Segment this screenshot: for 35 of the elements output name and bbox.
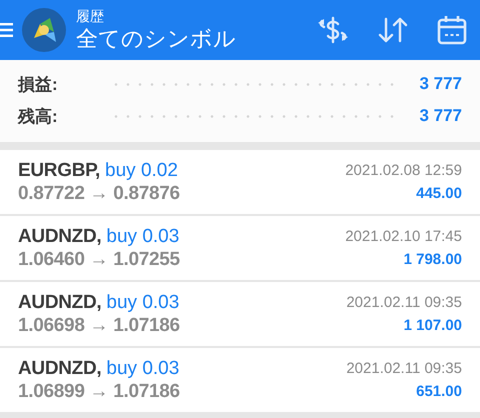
deal-action: buy 0.02: [105, 160, 178, 182]
calendar-icon[interactable]: [436, 14, 468, 46]
deal-symbol: AUDNZD,: [18, 358, 102, 380]
menu-icon[interactable]: [0, 22, 14, 38]
deal-time: 2021.02.11 09:35: [346, 358, 462, 378]
deal-row[interactable]: AUDNZD, buy 0.03 1.06698 → 1.07186 2021.02.11 09:35 1 107.00: [0, 282, 480, 346]
deal-prices: 1.06698 → 1.07186: [18, 314, 180, 336]
deal-profit: 651.00: [416, 382, 462, 402]
deal-row[interactable]: EURGBP, buy 0.02 0.87722 → 0.87876 2021.02.08 12:59 445.00: [0, 150, 480, 214]
summary-value: 3 777: [419, 74, 462, 94]
deal-time: 2021.02.08 12:59: [345, 160, 462, 180]
deal-profit: 1 798.00: [404, 250, 462, 270]
deal-row[interactable]: AUDNZD, buy 0.03 1.06899 → 1.07186 2021.02.11 09:35 651.00: [0, 348, 480, 412]
deal-time: 2021.02.10 17:45: [345, 226, 462, 246]
deal-action: buy 0.03: [106, 292, 180, 314]
sort-icon[interactable]: [376, 15, 410, 45]
logo-icon: [22, 8, 66, 52]
deal-time: 2021.02.11 09:35: [346, 292, 462, 312]
currency-exchange-icon[interactable]: [316, 15, 350, 45]
deal-prices: 1.06460 → 1.07255: [18, 248, 180, 270]
deal-prices: 1.06899 → 1.07186: [18, 380, 180, 402]
deal-symbol: AUDNZD,: [18, 292, 102, 314]
deal-profit: 445.00: [416, 184, 462, 204]
summary-label: 損益:: [18, 74, 59, 96]
deal-profit: 1 107.00: [404, 316, 462, 336]
deal-prices: 0.87722 → 0.87876: [18, 182, 180, 204]
deal-symbol: EURGBP,: [18, 160, 100, 182]
summary-label: 残高:: [18, 106, 59, 128]
screen-subtitle: 履歴: [76, 8, 105, 24]
summary-value: 3 777: [419, 106, 462, 126]
screen-title: 全てのシンボル: [76, 24, 237, 52]
deal-symbol: AUDNZD,: [18, 226, 102, 248]
deal-row[interactable]: AUDNZD, buy 0.03 1.06460 → 1.07255 2021.02.10 17:45 1 798.00: [0, 216, 480, 280]
deal-action: buy 0.03: [106, 358, 180, 380]
deal-action: buy 0.03: [106, 226, 180, 248]
